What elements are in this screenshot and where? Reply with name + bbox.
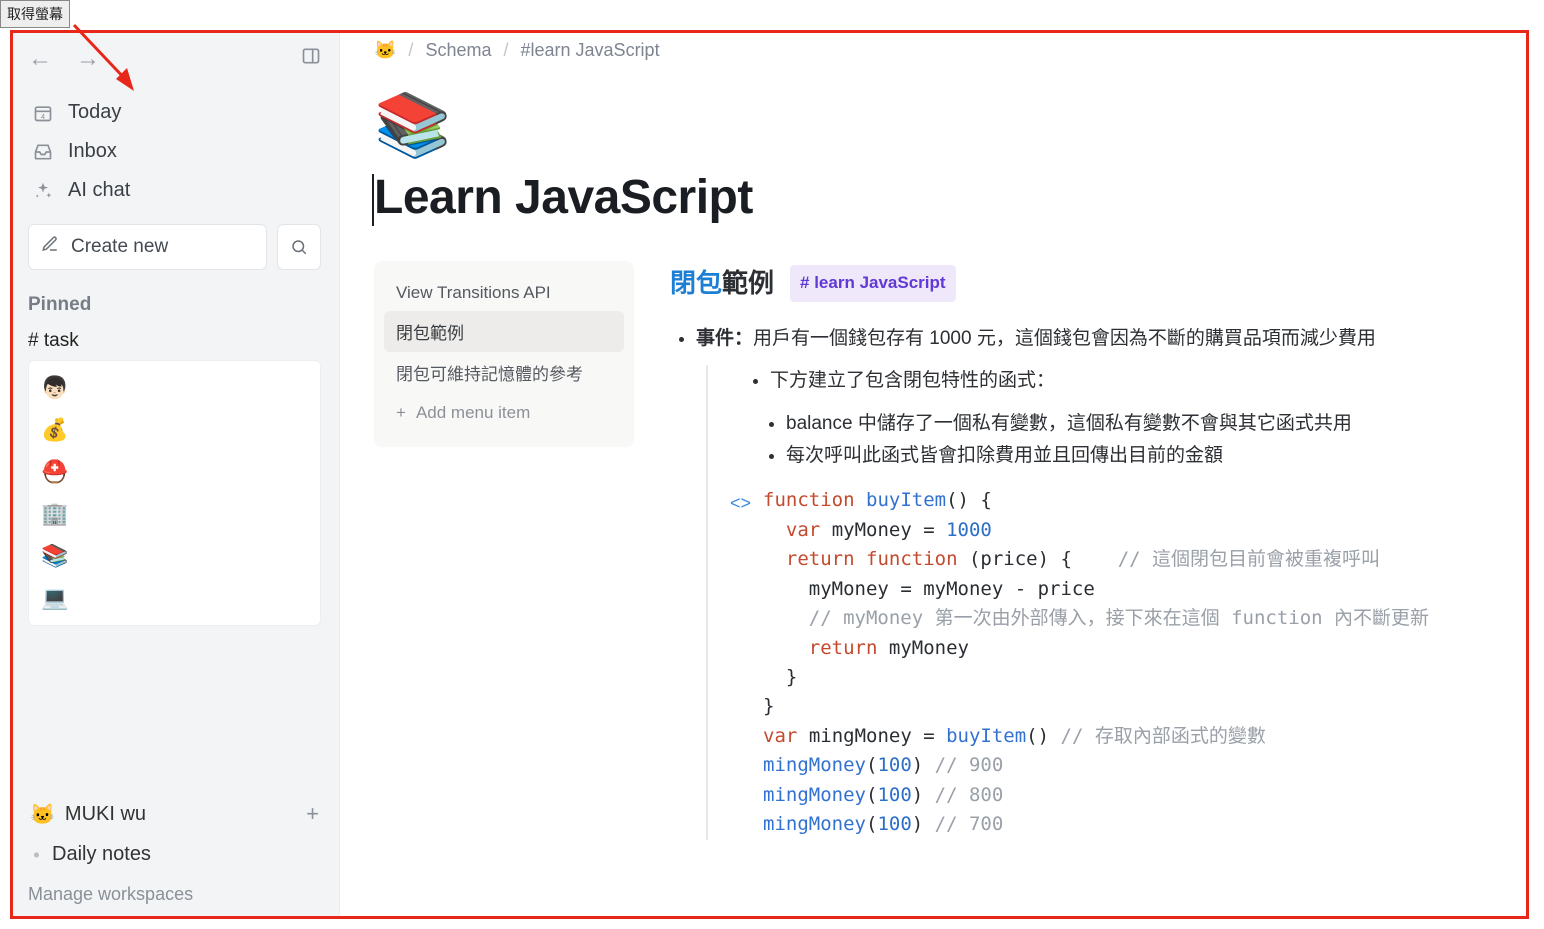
text-cursor [372,174,374,226]
event-text: 用戶有一個錢包存有 1000 元，這個錢包會因為不斷的購買品項而減少費用 [753,328,1376,349]
pinned-item[interactable]: 👦🏻 [37,367,312,409]
outline-item[interactable]: View Transitions API [384,275,624,311]
nav-forward-button[interactable]: → [76,47,100,71]
add-menu-item-button[interactable]: + Add menu item [384,393,624,433]
document-body: 閉包範例 # learn JavaScript 事件：用戶有一個錢包存有 100… [670,261,1529,846]
sidebar: ← → 4 Today Inbox [10,30,340,919]
heading-rest: 範例 [722,268,774,298]
breadcrumb-separator: / [503,40,508,61]
breadcrumb-tag[interactable]: #learn JavaScript [521,40,660,61]
code-content[interactable]: function buyItem() { var myMoney = 1000 … [763,486,1429,839]
nav-back-button[interactable]: ← [28,47,52,71]
event-label: 事件： [696,328,753,349]
breadcrumb-workspace-icon[interactable]: 🐱 [374,40,396,61]
code-block: <> function buyItem() { var myMoney = 10… [730,486,1529,839]
outline-item[interactable]: 閉包可維持記憶體的參考 [384,352,624,393]
pinned-item[interactable]: 💻 [37,577,312,619]
pinned-section-label: Pinned [28,294,321,316]
page-title[interactable]: Learn JavaScript [374,170,1529,225]
plus-icon: + [396,403,406,423]
breadcrumb: 🐱 / Schema / #learn JavaScript [374,40,1529,61]
page-icon[interactable]: 📚 [374,89,1529,162]
compose-icon [41,235,59,259]
search-icon [290,238,308,256]
heading-link-part[interactable]: 閉包 [670,268,722,298]
breadcrumb-separator: / [408,40,413,61]
section-heading: 閉包範例 # learn JavaScript [670,261,1529,305]
outline-panel: View Transitions API 閉包範例 閉包可維持記憶體的參考 + … [374,261,634,447]
create-new-label: Create new [71,236,168,258]
manage-workspaces-link[interactable]: Manage workspaces [28,884,321,905]
page-title-text: Learn JavaScript [374,171,753,224]
tag-chip[interactable]: # learn JavaScript [790,265,956,302]
breadcrumb-schema[interactable]: Schema [425,40,491,61]
list-item: balance 中儲存了一個私有變數，這個私有變數不會與其它函式共用 [786,408,1529,440]
nav-inbox-label: Inbox [68,140,117,163]
main-content: 🐱 / Schema / #learn JavaScript 📚 Learn J… [340,30,1529,919]
nav-inbox[interactable]: Inbox [28,132,321,171]
pinned-item[interactable]: 📚 [37,535,312,577]
list-item: 下方建立了包含閉包特性的函式： [770,365,1529,397]
pinned-item[interactable]: 💰 [37,409,312,451]
calendar-icon: 4 [32,103,54,123]
pinned-item[interactable]: 🏢 [37,493,312,535]
workspace-row[interactable]: 🐱 MUKI wu + [28,795,321,833]
list-item: 事件：用戶有一個錢包存有 1000 元，這個錢包會因為不斷的購買品項而減少費用 … [696,323,1529,839]
pinned-list: 👦🏻 💰 ⛑️ 🏢 📚 💻 [28,360,321,626]
screenshot-button[interactable]: 取得螢幕 [0,0,70,28]
workspace-name: MUKI wu [65,803,146,826]
search-button[interactable] [277,224,321,270]
toggle-sidebar-icon[interactable] [301,46,321,71]
nav-today[interactable]: 4 Today [28,93,321,132]
sparkle-icon [32,181,54,201]
list-item: 每次呼叫此函式皆會扣除費用並且回傳出目前的金額 [786,440,1529,472]
workspace-icon: 🐱 [30,802,55,827]
svg-text:4: 4 [41,111,45,120]
add-menu-label: Add menu item [416,403,530,423]
nav-ai-chat-label: AI chat [68,179,130,202]
pinned-item[interactable]: ⛑️ [37,451,312,493]
daily-notes-link[interactable]: Daily notes [28,833,321,876]
nav-today-label: Today [68,101,121,124]
outline-item-active[interactable]: 閉包範例 [384,311,624,352]
nav-ai-chat[interactable]: AI chat [28,171,321,210]
add-workspace-button[interactable]: + [306,801,319,827]
inbox-icon [32,142,54,162]
code-icon: <> [730,486,751,839]
task-tag[interactable]: # task [28,330,321,352]
create-new-button[interactable]: Create new [28,224,267,270]
